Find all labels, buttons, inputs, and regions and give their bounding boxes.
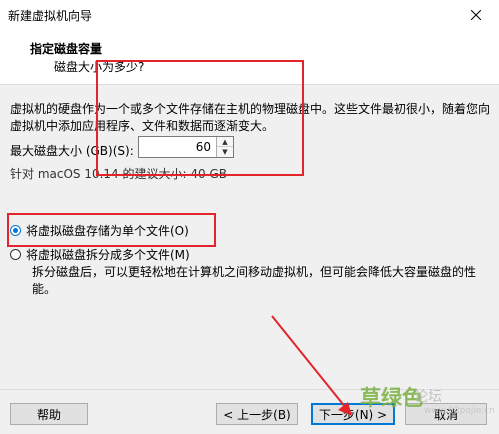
radio-multi-label: 将虚拟磁盘拆分成多个文件(M) [26, 248, 190, 262]
radio-unchecked-icon [10, 249, 21, 260]
radio-multiple-files[interactable]: 将虚拟磁盘拆分成多个文件(M) [10, 246, 190, 263]
disk-size-input[interactable]: 60 [196, 140, 211, 154]
radio-checked-icon [10, 225, 21, 236]
disk-size-spinner[interactable]: 60 ▲ ▼ [138, 136, 234, 158]
close-button[interactable] [453, 0, 499, 30]
recommended-size: 针对 macOS 10.14 的建议大小: 40 GB [10, 167, 227, 181]
watermark-forum: 论坛 [414, 389, 442, 405]
max-size-label: 最大磁盘大小 (GB)(S): [10, 144, 134, 158]
radio-single-file[interactable]: 将虚拟磁盘存储为单个文件(O) [10, 222, 189, 239]
increment-button[interactable]: ▲ [217, 137, 233, 147]
window-title: 新建虚拟机向导 [8, 9, 93, 23]
description-paragraph: 虚拟机的硬盘作为一个或多个文件存储在主机的物理磁盘中。这些文件最初很小，随着您向… [10, 102, 491, 133]
watermark-url: www.52pojie.cn [424, 406, 495, 416]
title-bar: 新建虚拟机向导 [0, 0, 499, 31]
back-button[interactable]: < 上一步(B) [216, 403, 298, 425]
help-button[interactable]: 帮助 [10, 403, 88, 425]
radio-single-label: 将虚拟磁盘存储为单个文件(O) [26, 224, 189, 238]
spinner-buttons: ▲ ▼ [216, 137, 233, 157]
decrement-button[interactable]: ▼ [217, 147, 233, 157]
page-title: 指定磁盘容量 [30, 42, 103, 56]
wizard-header: 指定磁盘容量 磁盘大小为多少? [0, 30, 499, 85]
page-subtitle: 磁盘大小为多少? [54, 60, 145, 74]
split-description: 拆分磁盘后，可以更轻松地在计算机之间移动虚拟机，但可能会降低大容量磁盘的性能。 [32, 265, 477, 296]
close-icon [471, 10, 481, 20]
